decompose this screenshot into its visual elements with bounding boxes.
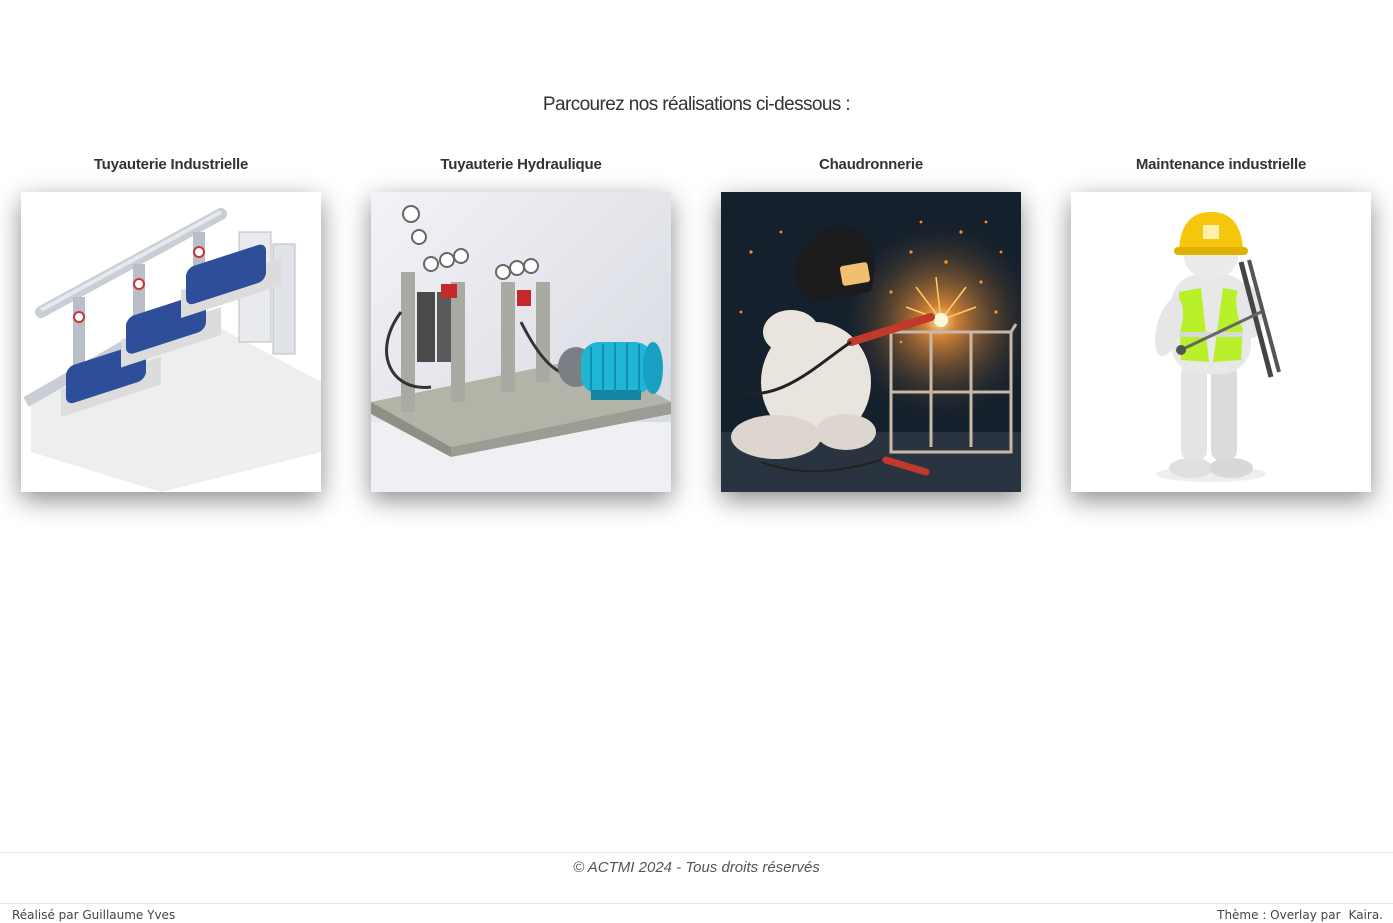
pump-piping-illustration-icon — [21, 192, 321, 492]
theme-credit-text: Thème : Overlay par — [1217, 908, 1341, 922]
card-image[interactable] — [371, 192, 671, 492]
card-image[interactable] — [1071, 192, 1371, 492]
footer-credit: Réalisé par Guillaume Yves — [12, 908, 176, 922]
card-chaudronnerie[interactable]: Chaudronnerie — [721, 154, 1021, 492]
card-image[interactable] — [721, 192, 1021, 492]
hydraulic-unit-illustration-icon — [371, 192, 671, 492]
footer-theme-credit: Thème : Overlay par Kaira. — [1217, 908, 1383, 922]
card-title[interactable]: Tuyauterie Hydraulique — [371, 154, 671, 178]
maintenance-worker-illustration-icon — [1071, 192, 1371, 492]
card-maintenance-industrielle[interactable]: Maintenance industrielle — [1071, 154, 1371, 492]
theme-author-link[interactable]: Kaira. — [1349, 908, 1383, 922]
footer-copyright: © ACTMI 2024 - Tous droits réservés — [0, 852, 1393, 904]
welder-illustration-icon — [721, 192, 1021, 492]
card-title[interactable]: Maintenance industrielle — [1071, 154, 1371, 178]
card-title[interactable]: Chaudronnerie — [721, 154, 1021, 178]
card-image[interactable] — [21, 192, 321, 492]
card-tuyauterie-industrielle[interactable]: Tuyauterie Industrielle — [21, 154, 321, 492]
card-title[interactable]: Tuyauterie Industrielle — [21, 154, 321, 178]
card-tuyauterie-hydraulique[interactable]: Tuyauterie Hydraulique — [371, 154, 671, 492]
realisations-gallery: Tuyauterie Industrielle Tuyauterie Hydra… — [0, 0, 1393, 520]
